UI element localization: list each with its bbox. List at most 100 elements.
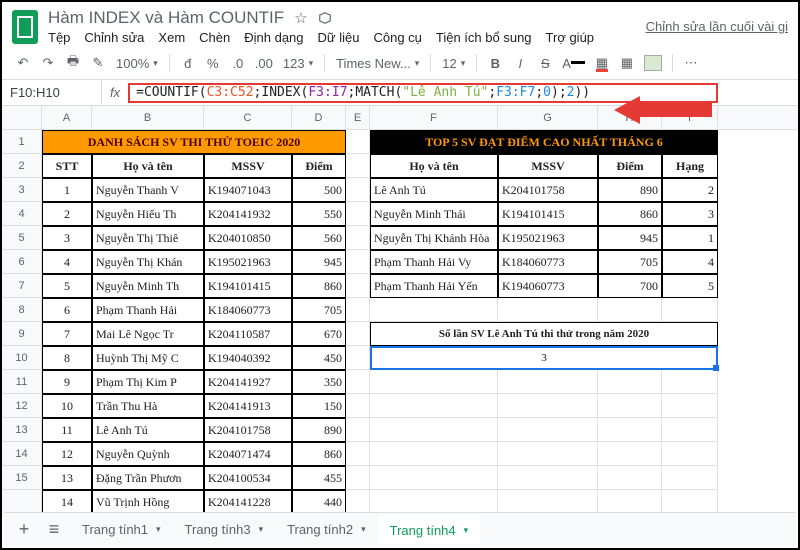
bold-button[interactable]: B [484, 51, 506, 75]
row-header-2[interactable]: 2 [2, 154, 41, 178]
cell[interactable]: K204141228 [204, 490, 292, 514]
cell[interactable] [346, 130, 370, 154]
cell[interactable]: 945 [292, 250, 346, 274]
cell[interactable]: 11 [42, 418, 92, 442]
cell[interactable]: K194101415 [204, 274, 292, 298]
cell[interactable]: K204071474 [204, 442, 292, 466]
cell[interactable]: 500 [292, 178, 346, 202]
cell[interactable] [370, 418, 498, 442]
row-header-7[interactable]: 7 [2, 274, 41, 298]
cell[interactable] [598, 466, 662, 490]
cell[interactable]: 700 [598, 274, 662, 298]
col-header-E[interactable]: E [346, 106, 370, 129]
cell[interactable]: K194071043 [204, 178, 292, 202]
cell[interactable]: 9 [42, 370, 92, 394]
menu-Dữ liệu[interactable]: Dữ liệu [318, 30, 360, 45]
cell[interactable]: 5 [662, 274, 718, 298]
cell[interactable]: Nguyễn Thị Thiê [92, 226, 204, 250]
currency-button[interactable]: đ [177, 51, 199, 75]
cell[interactable]: 550 [292, 202, 346, 226]
cell[interactable] [598, 490, 662, 514]
cell[interactable] [346, 154, 370, 178]
cell[interactable]: 10 [42, 394, 92, 418]
row-header-15[interactable]: 15 [2, 466, 41, 490]
cell[interactable] [498, 490, 598, 514]
row-header-4[interactable]: 4 [2, 202, 41, 226]
cell[interactable]: Nguyễn Thanh V [92, 178, 204, 202]
col-header-F[interactable]: F [370, 106, 498, 129]
cell[interactable]: 150 [292, 394, 346, 418]
col-header-A[interactable]: A [42, 106, 92, 129]
paint-button[interactable]: ✎ [87, 51, 109, 75]
cell[interactable]: Phạm Thanh Hải [92, 298, 204, 322]
row-header-12[interactable]: 12 [2, 394, 41, 418]
row-header-5[interactable]: 5 [2, 226, 41, 250]
fillcolor-button[interactable]: ▦ [591, 51, 613, 75]
cell[interactable] [346, 298, 370, 322]
col-header-D[interactable]: D [292, 106, 346, 129]
cell[interactable] [370, 298, 498, 322]
sheet-tab[interactable]: Trang tính3 [173, 515, 276, 544]
cell[interactable]: K195021963 [498, 226, 598, 250]
cell[interactable]: K204010850 [204, 226, 292, 250]
cell[interactable]: K204110587 [204, 322, 292, 346]
cell[interactable]: 2 [42, 202, 92, 226]
dec-less-button[interactable]: .0 [227, 51, 249, 75]
cell[interactable]: 5 [42, 274, 92, 298]
cell[interactable]: 560 [292, 226, 346, 250]
cell[interactable] [346, 274, 370, 298]
italic-button[interactable]: I [509, 51, 531, 75]
name-box[interactable]: F10:H10 [2, 80, 102, 105]
cell[interactable] [346, 346, 370, 370]
cell[interactable]: Vũ Trịnh Hồng [92, 490, 204, 514]
fontsize-select[interactable]: 12 [438, 56, 469, 71]
cell[interactable]: 3 [42, 226, 92, 250]
menu-Định dạng[interactable]: Định dạng [244, 30, 303, 45]
doc-title[interactable]: Hàm INDEX và Hàm COUNTIF [48, 8, 284, 28]
cell[interactable] [598, 394, 662, 418]
cell[interactable]: 945 [598, 226, 662, 250]
cell[interactable]: 6 [42, 298, 92, 322]
cell[interactable]: TOP 5 SV ĐẠT ĐIỂM CAO NHẤT THÁNG 6 [370, 130, 718, 154]
cell[interactable] [346, 322, 370, 346]
cell[interactable]: 13 [42, 466, 92, 490]
cell[interactable]: 450 [292, 346, 346, 370]
textcolor-button[interactable]: A [559, 51, 588, 75]
move-icon[interactable] [318, 11, 332, 25]
cell[interactable] [346, 226, 370, 250]
cell[interactable]: 440 [292, 490, 346, 514]
cell[interactable]: 705 [292, 298, 346, 322]
cell[interactable]: K184060773 [498, 250, 598, 274]
cell[interactable] [346, 442, 370, 466]
cell[interactable]: Trần Thu Hà [92, 394, 204, 418]
cell[interactable] [598, 298, 662, 322]
cell[interactable]: Họ và tên [370, 154, 498, 178]
cell[interactable]: Số lần SV Lê Anh Tú thi thử trong năm 20… [370, 322, 718, 346]
numfmt-select[interactable]: 123 [279, 56, 317, 71]
cell[interactable]: Mai Lê Ngọc Tr [92, 322, 204, 346]
row-header-11[interactable]: 11 [2, 370, 41, 394]
menu-Tệp[interactable]: Tệp [48, 30, 70, 45]
cell[interactable]: Họ và tên [92, 154, 204, 178]
cell[interactable] [370, 466, 498, 490]
cell[interactable]: 455 [292, 466, 346, 490]
star-icon[interactable]: ☆ [294, 9, 307, 27]
row-header-6[interactable]: 6 [2, 250, 41, 274]
menu-Chèn[interactable]: Chèn [199, 30, 230, 45]
menu-Công cụ[interactable]: Công cụ [373, 30, 421, 45]
cell[interactable]: 350 [292, 370, 346, 394]
cell[interactable]: Huỳnh Thị Mỹ C [92, 346, 204, 370]
cell[interactable]: 890 [598, 178, 662, 202]
cell[interactable] [346, 490, 370, 514]
cell[interactable] [346, 370, 370, 394]
cell[interactable]: 705 [598, 250, 662, 274]
cell[interactable]: STT [42, 154, 92, 178]
dec-more-button[interactable]: .00 [252, 51, 276, 75]
cell[interactable] [662, 442, 718, 466]
row-header-13[interactable]: 13 [2, 418, 41, 442]
cell[interactable]: Phạm Thanh Hải Yến [370, 274, 498, 298]
more-button[interactable]: ⋯ [680, 51, 702, 75]
cell[interactable] [598, 442, 662, 466]
cell[interactable] [370, 370, 498, 394]
cell[interactable]: 860 [292, 442, 346, 466]
